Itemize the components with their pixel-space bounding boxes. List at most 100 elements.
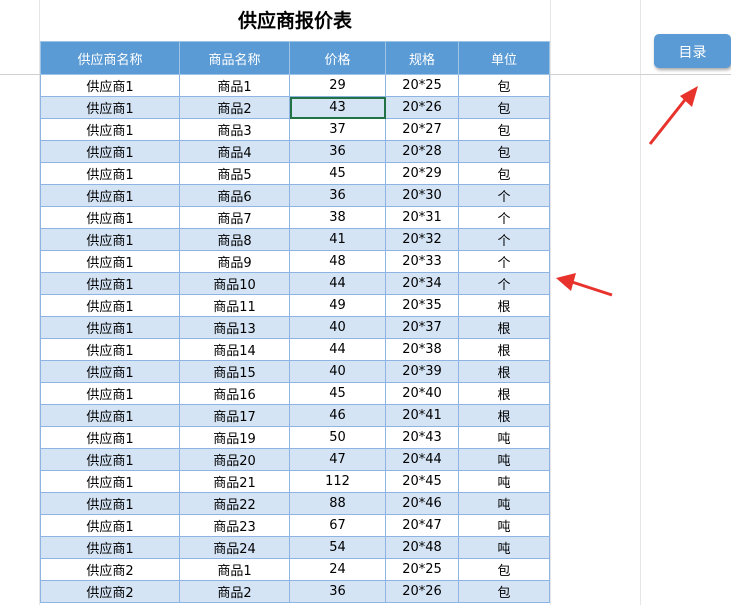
spec-cell[interactable]: 20*33 (385, 250, 459, 273)
product-name-cell[interactable]: 商品19 (179, 426, 290, 449)
table-row[interactable]: 供应商1 商品24 54 20*48 吨 (40, 536, 550, 559)
table-row[interactable]: 供应商1 商品5 45 20*29 包 (40, 162, 550, 185)
table-row[interactable]: 供应商1 商品6 36 20*30 个 (40, 184, 550, 207)
product-name-cell[interactable]: 商品10 (179, 272, 290, 295)
supplier-name-cell[interactable]: 供应商1 (40, 536, 180, 559)
table-row[interactable]: 供应商1 商品11 49 20*35 根 (40, 294, 550, 317)
unit-cell[interactable]: 个 (458, 184, 550, 207)
table-row[interactable]: 供应商1 商品3 37 20*27 包 (40, 118, 550, 141)
spec-cell[interactable]: 20*41 (385, 404, 459, 427)
header-supplier-name[interactable]: 供应商名称 (40, 41, 180, 75)
product-name-cell[interactable]: 商品24 (179, 536, 290, 559)
price-cell[interactable]: 67 (289, 514, 386, 537)
supplier-name-cell[interactable]: 供应商1 (40, 162, 180, 185)
spec-cell[interactable]: 20*39 (385, 360, 459, 383)
product-name-cell[interactable]: 商品14 (179, 338, 290, 361)
spec-cell[interactable]: 20*37 (385, 316, 459, 339)
spec-cell[interactable]: 20*46 (385, 492, 459, 515)
price-cell[interactable]: 41 (289, 228, 386, 251)
supplier-name-cell[interactable]: 供应商1 (40, 250, 180, 273)
spec-cell[interactable]: 20*34 (385, 272, 459, 295)
supplier-name-cell[interactable]: 供应商1 (40, 470, 180, 493)
table-row[interactable]: 供应商1 商品14 44 20*38 根 (40, 338, 550, 361)
spec-cell[interactable]: 20*30 (385, 184, 459, 207)
product-name-cell[interactable]: 商品7 (179, 206, 290, 229)
product-name-cell[interactable]: 商品11 (179, 294, 290, 317)
price-cell[interactable]: 36 (289, 184, 386, 207)
unit-cell[interactable]: 吨 (458, 470, 550, 493)
unit-cell[interactable]: 吨 (458, 492, 550, 515)
table-row[interactable]: 供应商1 商品1 29 20*25 包 (40, 74, 550, 97)
spec-cell[interactable]: 20*27 (385, 118, 459, 141)
supplier-name-cell[interactable]: 供应商1 (40, 206, 180, 229)
price-cell[interactable]: 36 (289, 140, 386, 163)
table-row[interactable]: 供应商2 商品1 24 20*25 包 (40, 558, 550, 581)
spec-cell[interactable]: 20*35 (385, 294, 459, 317)
header-price[interactable]: 价格 (289, 41, 386, 75)
price-cell[interactable]: 45 (289, 382, 386, 405)
spec-cell[interactable]: 20*31 (385, 206, 459, 229)
price-cell[interactable]: 48 (289, 250, 386, 273)
supplier-name-cell[interactable]: 供应商1 (40, 492, 180, 515)
header-unit[interactable]: 单位 (458, 41, 550, 75)
table-row[interactable]: 供应商1 商品21 112 20*45 吨 (40, 470, 550, 493)
table-row[interactable]: 供应商1 商品10 44 20*34 个 (40, 272, 550, 295)
unit-cell[interactable]: 包 (458, 96, 550, 119)
unit-cell[interactable]: 根 (458, 382, 550, 405)
product-name-cell[interactable]: 商品21 (179, 470, 290, 493)
price-cell[interactable]: 38 (289, 206, 386, 229)
price-cell[interactable]: 29 (289, 74, 386, 97)
spreadsheet-sheet[interactable]: 供应商报价表 供应商名称 商品名称 价格 规格 单位 供应商1 商品1 29 20*2… (0, 0, 731, 605)
unit-cell[interactable]: 吨 (458, 536, 550, 559)
supplier-name-cell[interactable]: 供应商1 (40, 272, 180, 295)
product-name-cell[interactable]: 商品15 (179, 360, 290, 383)
supplier-name-cell[interactable]: 供应商1 (40, 404, 180, 427)
product-name-cell[interactable]: 商品1 (179, 558, 290, 581)
price-cell[interactable]: 45 (289, 162, 386, 185)
price-cell[interactable]: 50 (289, 426, 386, 449)
table-row[interactable]: 供应商2 商品2 36 20*26 包 (40, 580, 550, 603)
price-cell[interactable]: 49 (289, 294, 386, 317)
spec-cell[interactable]: 20*25 (385, 558, 459, 581)
price-cell[interactable]: 88 (289, 492, 386, 515)
spec-cell[interactable]: 20*25 (385, 74, 459, 97)
unit-cell[interactable]: 个 (458, 272, 550, 295)
price-cell[interactable]: 37 (289, 118, 386, 141)
product-name-cell[interactable]: 商品9 (179, 250, 290, 273)
table-row[interactable]: 供应商1 商品15 40 20*39 根 (40, 360, 550, 383)
selected-cell[interactable]: 43 (289, 96, 386, 119)
supplier-name-cell[interactable]: 供应商1 (40, 184, 180, 207)
table-row[interactable]: 供应商1 商品17 46 20*41 根 (40, 404, 550, 427)
header-spec[interactable]: 规格 (385, 41, 459, 75)
table-row[interactable]: 供应商1 商品23 67 20*47 吨 (40, 514, 550, 537)
unit-cell[interactable]: 根 (458, 338, 550, 361)
unit-cell[interactable]: 包 (458, 580, 550, 603)
menu-button[interactable]: 目录 (654, 34, 731, 68)
product-name-cell[interactable]: 商品22 (179, 492, 290, 515)
table-row[interactable]: 供应商1 商品16 45 20*40 根 (40, 382, 550, 405)
unit-cell[interactable]: 个 (458, 206, 550, 229)
spec-cell[interactable]: 20*47 (385, 514, 459, 537)
unit-cell[interactable]: 个 (458, 228, 550, 251)
product-name-cell[interactable]: 商品3 (179, 118, 290, 141)
spec-cell[interactable]: 20*26 (385, 580, 459, 603)
supplier-name-cell[interactable]: 供应商1 (40, 514, 180, 537)
product-name-cell[interactable]: 商品17 (179, 404, 290, 427)
supplier-name-cell[interactable]: 供应商1 (40, 294, 180, 317)
supplier-name-cell[interactable]: 供应商1 (40, 96, 180, 119)
table-row[interactable]: 供应商1 商品13 40 20*37 根 (40, 316, 550, 339)
supplier-name-cell[interactable]: 供应商1 (40, 338, 180, 361)
supplier-name-cell[interactable]: 供应商1 (40, 228, 180, 251)
product-name-cell[interactable]: 商品2 (179, 580, 290, 603)
price-cell[interactable]: 46 (289, 404, 386, 427)
product-name-cell[interactable]: 商品1 (179, 74, 290, 97)
unit-cell[interactable]: 包 (458, 140, 550, 163)
unit-cell[interactable]: 吨 (458, 426, 550, 449)
unit-cell[interactable]: 根 (458, 316, 550, 339)
spec-cell[interactable]: 20*26 (385, 96, 459, 119)
supplier-name-cell[interactable]: 供应商1 (40, 382, 180, 405)
spec-cell[interactable]: 20*32 (385, 228, 459, 251)
unit-cell[interactable]: 根 (458, 404, 550, 427)
spec-cell[interactable]: 20*29 (385, 162, 459, 185)
table-row[interactable]: 供应商1 商品2 43 20*26 包 (40, 96, 550, 119)
